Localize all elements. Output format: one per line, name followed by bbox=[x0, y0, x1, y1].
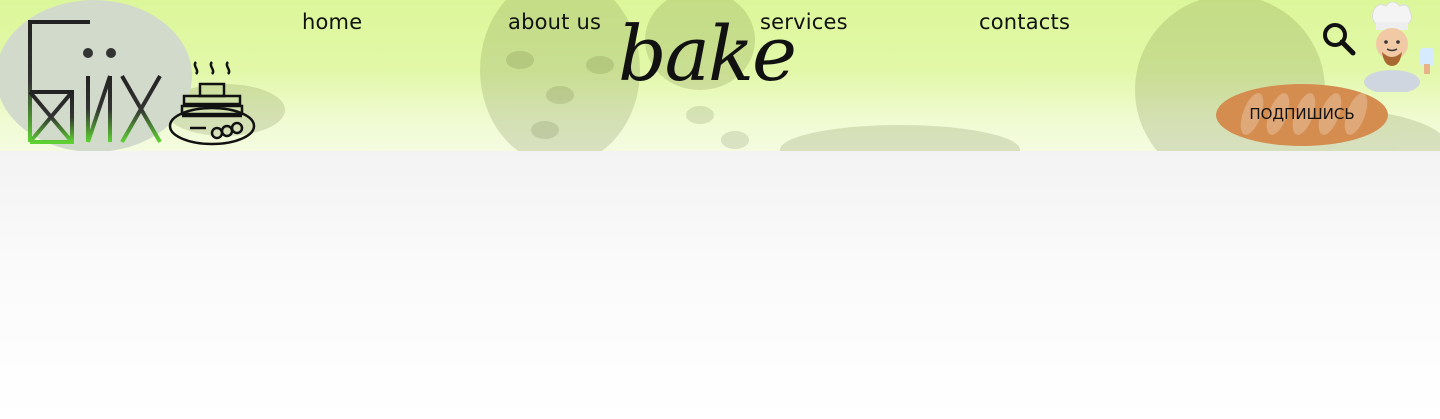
page-content bbox=[0, 151, 1440, 419]
pancake-stack-icon bbox=[168, 61, 256, 146]
search-icon[interactable] bbox=[1320, 20, 1356, 56]
subscribe-button[interactable]: ПОДПИШИСЬ bbox=[1216, 84, 1388, 146]
nav-link-contacts[interactable]: contacts bbox=[979, 10, 1070, 34]
site-wordmark: bake bbox=[618, 9, 797, 98]
nav-link-home[interactable]: home bbox=[302, 10, 362, 34]
chef-avatar-icon[interactable] bbox=[1360, 2, 1436, 92]
nav-link-about-us[interactable]: about us bbox=[508, 10, 601, 34]
subscribe-button-label: ПОДПИШИСЬ bbox=[1249, 105, 1355, 123]
header: home about us services contacts bake ПОД… bbox=[0, 0, 1440, 151]
